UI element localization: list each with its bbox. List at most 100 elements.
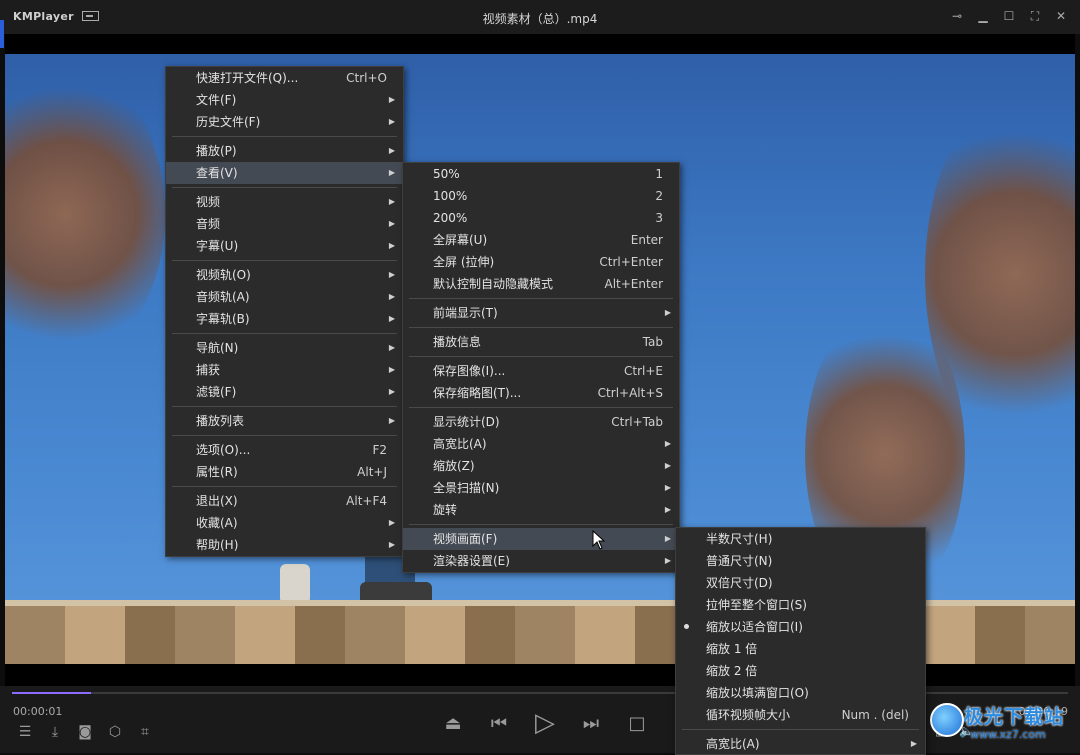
menu-item[interactable]: 视频 ▶ (166, 191, 403, 213)
menu-item[interactable]: 高宽比(A) ▶ (403, 433, 679, 455)
menu-item[interactable]: 退出(X) Alt+F4 (166, 490, 403, 512)
menu-item-shortcut: Num . (del) (841, 708, 909, 722)
menu-item[interactable]: 默认控制自动隐藏模式 Alt+Enter (403, 273, 679, 295)
menu-item-label: 捕获 (196, 363, 221, 377)
menu-item[interactable]: 缩放以填满窗口(O) (676, 682, 925, 704)
menu-item[interactable]: 渲染器设置(E) ▶ (403, 550, 679, 572)
submenu-arrow-icon: ▶ (664, 439, 671, 448)
menu-item[interactable]: 播放(P) ▶ (166, 140, 403, 162)
menu-item[interactable]: 缩放(Z) ▶ (403, 455, 679, 477)
menu-item[interactable]: 保存图像(I)... Ctrl+E (403, 360, 679, 382)
submenu-arrow-icon: ▶ (388, 197, 395, 206)
menu-item[interactable]: 文件(F) ▶ (166, 89, 403, 111)
3d-icon[interactable]: ⬡ (105, 723, 125, 741)
menu-item-label: 缩放以适合窗口(I) (706, 620, 803, 634)
checked-bullet-icon (684, 624, 689, 629)
menu-item[interactable]: 前端显示(T) ▶ (403, 302, 679, 324)
menu-item[interactable]: 拉伸至整个窗口(S) (676, 594, 925, 616)
menu-item[interactable]: 帮助(H) ▶ (166, 534, 403, 556)
menu-item[interactable]: 循环视频帧大小 Num . (del) (676, 704, 925, 726)
menu-item-label: 退出(X) (196, 494, 238, 508)
menu-item[interactable]: 显示统计(D) Ctrl+Tab (403, 411, 679, 433)
menu-item[interactable]: 收藏(A) ▶ (166, 512, 403, 534)
menu-separator (676, 726, 925, 733)
menu-item-label: 音频轨(A) (196, 290, 250, 304)
menu-item[interactable]: 高宽比(A) ▶ (676, 733, 925, 754)
menu-item-label: 缩放(Z) (433, 459, 475, 473)
menu-separator (166, 483, 403, 490)
menu-item[interactable]: 全屏幕(U) Enter (403, 229, 679, 251)
menu-item[interactable]: 视频画面(F) ▶ (403, 528, 679, 550)
title-bar: KMPlayer 视频素材（总）.mp4 ⊸ ▁ ☐ ⛶ ✕ (0, 0, 1080, 34)
next-icon[interactable]: ⏭ (578, 708, 604, 738)
menu-separator (403, 324, 679, 331)
menu-item-label: 缩放 1 倍 (706, 642, 758, 656)
menu-item-shortcut: F2 (372, 443, 387, 457)
menu-item[interactable]: 字幕轨(B) ▶ (166, 308, 403, 330)
menu-item[interactable]: 100% 2 (403, 185, 679, 207)
menu-item-label: 前端显示(T) (433, 306, 498, 320)
menu-item[interactable]: 播放列表 ▶ (166, 410, 403, 432)
menu-item[interactable]: 半数尺寸(H) (676, 528, 925, 550)
menu-item[interactable]: 属性(R) Alt+J (166, 461, 403, 483)
menu-item[interactable]: 字幕(U) ▶ (166, 235, 403, 257)
menu-item[interactable]: 播放信息 Tab (403, 331, 679, 353)
pin-icon[interactable]: ⊸ (948, 6, 966, 26)
submenu-arrow-icon: ▶ (664, 308, 671, 317)
menu-item[interactable]: 双倍尺寸(D) (676, 572, 925, 594)
minimize-icon[interactable]: ▁ (974, 6, 992, 26)
menu-item-label: 保存缩略图(T)... (433, 386, 522, 400)
menu-item[interactable]: 缩放 2 倍 (676, 660, 925, 682)
menu-item[interactable]: 旋转 ▶ (403, 499, 679, 521)
menu-item-label: 双倍尺寸(D) (706, 576, 773, 590)
watermark-logo-icon (930, 703, 964, 737)
menu-item[interactable]: 滤镜(F) ▶ (166, 381, 403, 403)
current-time: 00:00:01 (13, 705, 63, 718)
menu-item[interactable]: 普通尺寸(N) (676, 550, 925, 572)
menu-item[interactable]: 快速打开文件(Q)... Ctrl+O (166, 67, 403, 89)
menu-separator (403, 295, 679, 302)
menu-item[interactable]: 缩放 1 倍 (676, 638, 925, 660)
play-icon[interactable]: ▷ (532, 708, 558, 738)
context-menu-main: 快速打开文件(Q)... Ctrl+O 文件(F) ▶ 历史文件(F) ▶ 播放(P) ▶ 查看… (165, 66, 404, 557)
eject-icon[interactable]: ⏏ (440, 708, 466, 738)
submenu-arrow-icon: ▶ (388, 270, 395, 279)
menu-item-label: 拉伸至整个窗口(S) (706, 598, 807, 612)
menu-item-shortcut: Ctrl+Alt+S (597, 386, 663, 400)
submenu-arrow-icon: ▶ (388, 168, 395, 177)
menu-item-label: 200% (433, 211, 468, 225)
menu-item[interactable]: 50% 1 (403, 163, 679, 185)
menu-separator (403, 353, 679, 360)
menu-item[interactable]: 保存缩略图(T)... Ctrl+Alt+S (403, 382, 679, 404)
fullscreen-icon[interactable]: ⛶ (1026, 6, 1044, 26)
menu-item-label: 循环视频帧大小 (706, 708, 791, 722)
edge-marker (0, 20, 4, 48)
previous-icon[interactable]: ⏮ (486, 708, 512, 738)
menu-item[interactable]: 历史文件(F) ▶ (166, 111, 403, 133)
playlist-icon[interactable]: ☰ (15, 723, 35, 741)
menu-item-label: 历史文件(F) (196, 115, 261, 129)
menu-item[interactable]: 200% 3 (403, 207, 679, 229)
vr-icon[interactable]: ◙ (75, 723, 95, 741)
menu-item-label: 音频 (196, 217, 221, 231)
submenu-arrow-icon: ▶ (388, 117, 395, 126)
maximize-icon[interactable]: ☐ (1000, 6, 1018, 26)
menu-item-label: 视频画面(F) (433, 532, 498, 546)
menu-item[interactable]: 捕获 ▶ (166, 359, 403, 381)
left-tools: ☰ ⤓ ◙ ⬡ ⌗ (15, 723, 155, 741)
menu-item[interactable]: 音频轨(A) ▶ (166, 286, 403, 308)
menu-item[interactable]: 选项(O)... F2 (166, 439, 403, 461)
capture-icon[interactable]: ⌗ (135, 723, 155, 741)
download-icon[interactable]: ⤓ (45, 723, 65, 741)
menu-item[interactable]: 音频 ▶ (166, 213, 403, 235)
menu-item[interactable]: 视频轨(O) ▶ (166, 264, 403, 286)
close-icon[interactable]: ✕ (1052, 6, 1070, 26)
stop-icon[interactable]: □ (624, 708, 650, 738)
menu-item[interactable]: 导航(N) ▶ (166, 337, 403, 359)
menu-item[interactable]: 缩放以适合窗口(I) (676, 616, 925, 638)
menu-separator (166, 133, 403, 140)
submenu-arrow-icon: ▶ (664, 534, 671, 543)
menu-item[interactable]: 全屏 (拉伸) Ctrl+Enter (403, 251, 679, 273)
menu-item[interactable]: 全景扫描(N) ▶ (403, 477, 679, 499)
menu-item[interactable]: 查看(V) ▶ (166, 162, 403, 184)
